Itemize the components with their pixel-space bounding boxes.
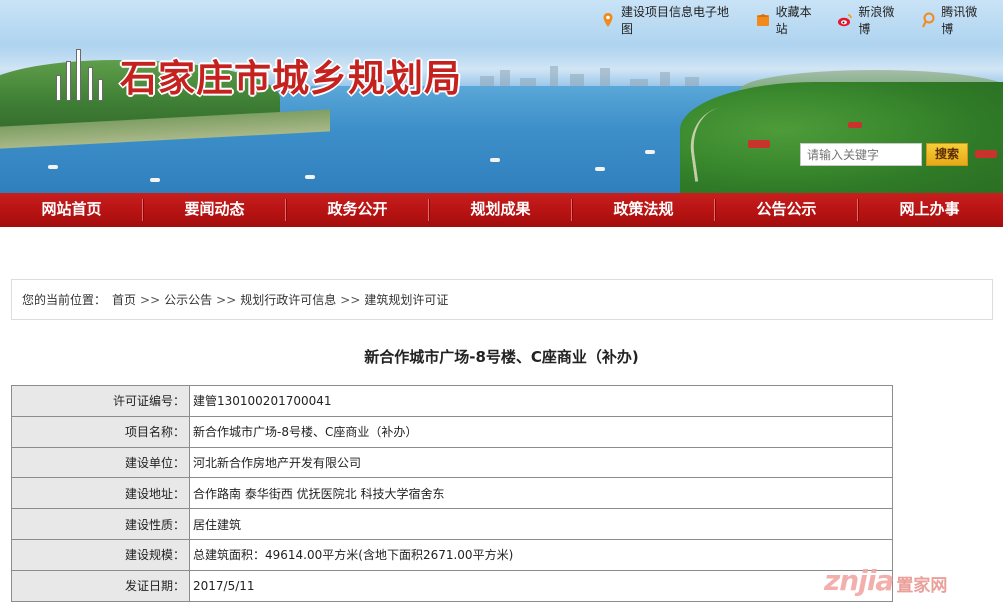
table-row: 建设地址： 合作路南 泰华街西 优抚医院北 科技大学宿舍东	[11, 477, 893, 510]
breadcrumb-separator: >>	[140, 292, 161, 307]
top-link-label: 新浪微博	[858, 5, 895, 36]
pavilion-roof	[975, 150, 997, 158]
table-row: 建设性质： 居住建筑	[11, 508, 893, 540]
row-label: 许可证编号：	[11, 385, 190, 417]
boat	[150, 178, 160, 182]
pavilion-roof	[848, 122, 862, 128]
site-title: 石家庄市城乡规划局	[120, 56, 462, 100]
boat	[48, 165, 58, 169]
search-bar: 搜索	[800, 143, 968, 166]
breadcrumb-link-home[interactable]: 首页	[112, 291, 136, 308]
breadcrumb-link-building-permit[interactable]: 建筑规划许可证	[364, 291, 448, 308]
table-row: 许可证编号： 建管130100201700041	[11, 385, 893, 417]
logo-mark-icon	[50, 45, 110, 105]
row-value: 总建筑面积：49614.00平方米(含地下面积2671.00平方米)	[189, 538, 893, 571]
header-banner: 石家庄市城乡规划局 建设项目信息电子地图 收藏本站 新浪微博 腾讯微博 请输入关…	[0, 0, 1003, 194]
watermark-latin: znjia	[824, 563, 894, 597]
city-skyline	[480, 62, 710, 88]
top-links: 建设项目信息电子地图 收藏本站 新浪微博 腾讯微博	[600, 5, 1003, 36]
permit-info-table: 许可证编号： 建管130100201700041 项目名称： 新合作城市广场-8…	[11, 385, 893, 602]
breadcrumb-separator: >>	[216, 292, 237, 307]
top-link-label: 腾讯微博	[941, 5, 978, 36]
top-link-tencent-weibo[interactable]: 腾讯微博	[920, 3, 989, 37]
row-value: 建管130100201700041	[189, 385, 893, 417]
row-label: 发证日期：	[11, 569, 190, 602]
pavilion-roof	[748, 140, 770, 148]
row-label: 建设地址：	[11, 477, 190, 510]
table-row: 发证日期： 2017/5/11	[11, 569, 893, 602]
boat	[645, 150, 655, 154]
top-link-bookmark[interactable]: 收藏本站	[755, 3, 824, 37]
table-row: 建设单位： 河北新合作房地产开发有限公司	[11, 446, 893, 479]
boat	[490, 158, 500, 162]
map-pin-icon	[600, 12, 616, 28]
nav-item-policies[interactable]: 政策法规	[572, 193, 715, 227]
main-nav: 网站首页 要闻动态 政务公开 规划成果 政策法规 公告公示 网上办事	[0, 193, 1003, 227]
bookmark-icon	[755, 12, 771, 28]
row-label: 建设单位：	[11, 446, 190, 479]
search-input[interactable]	[800, 143, 922, 166]
breadcrumb-link-permit-info[interactable]: 规划行政许可信息	[240, 291, 336, 308]
row-label: 建设规模：	[11, 538, 190, 571]
nav-item-planning-results[interactable]: 规划成果	[429, 193, 572, 227]
top-link-sina-weibo[interactable]: 新浪微博	[837, 3, 906, 37]
table-row: 建设规模： 总建筑面积：49614.00平方米(含地下面积2671.00平方米)	[11, 538, 893, 571]
row-label: 项目名称：	[11, 415, 190, 448]
site-logo[interactable]: 石家庄市城乡规划局	[50, 45, 462, 105]
nav-item-online-services[interactable]: 网上办事	[858, 193, 1001, 227]
breadcrumb: 您的当前位置： 首页 >> 公示公告 >> 规划行政许可信息 >> 建筑规划许可…	[11, 279, 993, 320]
watermark-cn: 置家网	[896, 575, 948, 596]
boat	[595, 167, 605, 171]
breadcrumb-prefix: 您的当前位置：	[22, 293, 107, 307]
row-value: 居住建筑	[189, 508, 893, 540]
top-link-label: 建设项目信息电子地图	[621, 5, 730, 36]
boat	[305, 175, 315, 179]
breadcrumb-link-announcements[interactable]: 公示公告	[164, 291, 212, 308]
table-row: 项目名称： 新合作城市广场-8号楼、C座商业（补办）	[11, 415, 893, 448]
row-value: 河北新合作房地产开发有限公司	[189, 446, 893, 479]
breadcrumb-separator: >>	[340, 292, 361, 307]
row-value: 新合作城市广场-8号楼、C座商业（补办）	[189, 415, 893, 448]
tencent-weibo-icon	[920, 12, 936, 28]
nav-item-government-affairs[interactable]: 政务公开	[286, 193, 429, 227]
row-value: 合作路南 泰华街西 优抚医院北 科技大学宿舍东	[189, 477, 893, 510]
top-link-label: 收藏本站	[775, 5, 812, 36]
nav-item-home[interactable]: 网站首页	[0, 193, 143, 227]
top-link-map[interactable]: 建设项目信息电子地图	[600, 3, 741, 37]
nav-item-announcements[interactable]: 公告公示	[715, 193, 858, 227]
watermark-logo: znjia 置家网	[824, 560, 947, 600]
sina-weibo-icon	[837, 12, 853, 28]
row-label: 建设性质：	[11, 508, 190, 540]
search-button[interactable]: 搜索	[926, 143, 968, 166]
page-title: 新合作城市广场-8号楼、C座商业（补办)	[364, 348, 639, 366]
row-value: 2017/5/11	[189, 569, 893, 602]
nav-item-news[interactable]: 要闻动态	[143, 193, 286, 227]
